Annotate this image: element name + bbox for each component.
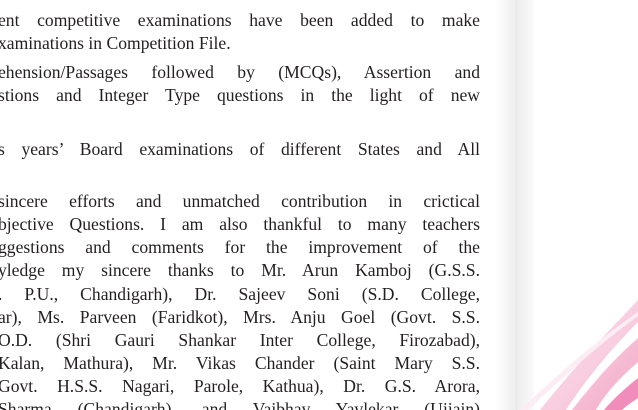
text-line: s years’ Board examinations of different… <box>0 139 480 159</box>
text-line: ggestions and comments for the improveme… <box>0 237 480 257</box>
text-line: Kalan, Mathura), Mr. Vikas Chander (Sain… <box>0 353 480 373</box>
text-line: ar), Ms. Parveen (Faridkot), Mrs. Anju G… <box>0 307 480 327</box>
text-line: ehension/Passages followed by (MCQs), As… <box>0 62 480 82</box>
text-line: . P.U., Chandigarh), Dr. Sajeev Soni (S.… <box>0 284 480 304</box>
text-line: sincere efforts and unmatched contributi… <box>0 191 480 211</box>
text-line: O.D. (Shri Gauri Shankar Inter College, … <box>0 330 480 350</box>
text-line: stions and Integer Type questions in the… <box>0 85 480 105</box>
text-line: bjective Questions. I am also thankful t… <box>0 214 480 234</box>
text-line: Govt. H.S.S. Nagari, Parole, Kathua), Dr… <box>0 376 480 396</box>
document-page: ent competitive examinations have been a… <box>0 0 638 410</box>
text-line: yledge my sincere thanks to Mr. Arun Kam… <box>0 260 480 280</box>
text-line: ent competitive examinations have been a… <box>0 10 480 30</box>
text-line: Sharma (Chandigarh), and Vaibhav Yavleka… <box>0 399 480 410</box>
body-text-column: ent competitive examinations have been a… <box>0 0 484 410</box>
text-line: xaminations in Competition File. <box>0 33 231 53</box>
